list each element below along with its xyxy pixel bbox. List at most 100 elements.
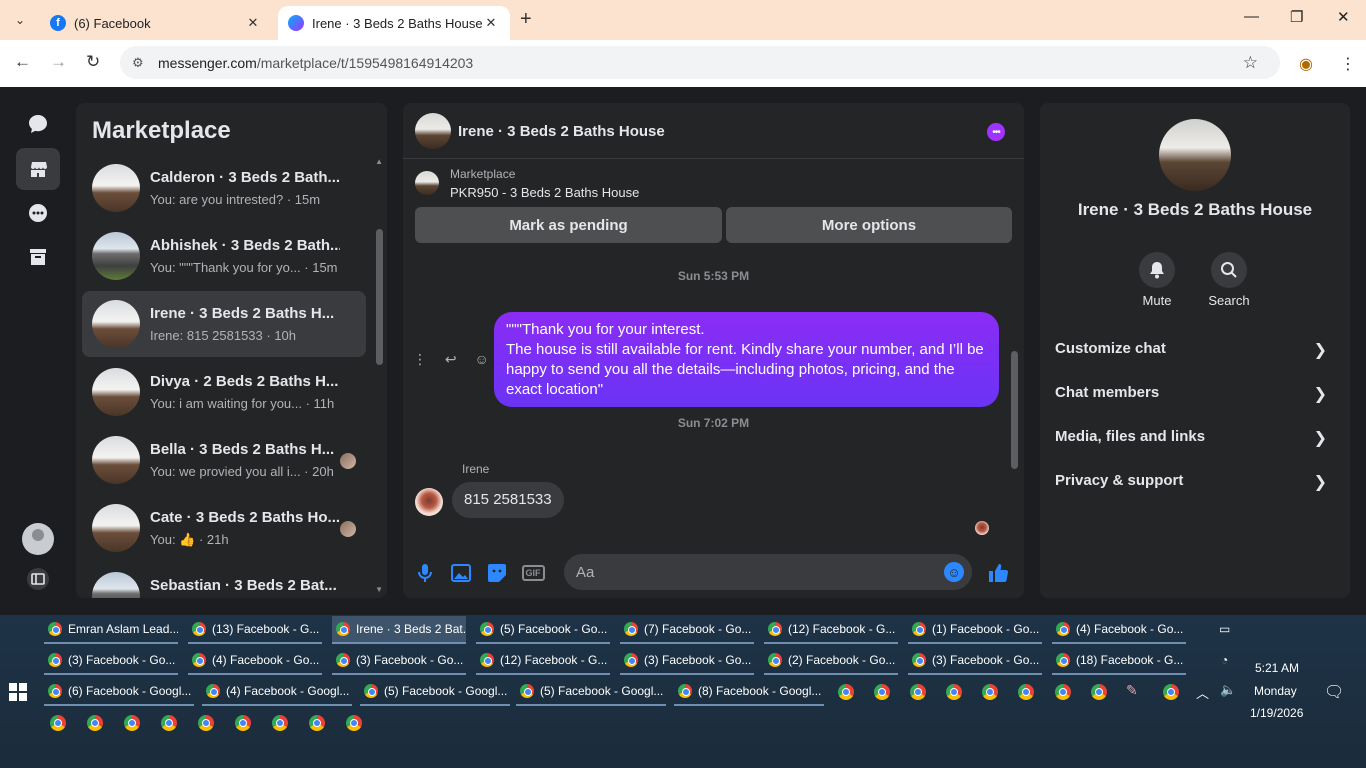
windows-start-icon[interactable] — [9, 683, 27, 701]
chrome-taskbar-icon[interactable] — [124, 715, 140, 731]
scroll-down-arrow[interactable]: ▼ — [375, 585, 383, 594]
chrome-taskbar-icon[interactable] — [946, 684, 962, 700]
emoji-icon[interactable]: ☺ — [944, 562, 964, 582]
chat-members-row[interactable]: Chat members ❯ — [1055, 384, 1335, 408]
user-avatar[interactable] — [22, 523, 54, 555]
back-button[interactable]: ← — [14, 52, 31, 72]
conversation-item[interactable]: Bella · 3 Beds 2 Baths H... You: we prov… — [82, 427, 366, 493]
search-icon[interactable] — [1211, 252, 1247, 288]
message-input[interactable]: Aa ☺ — [564, 554, 972, 590]
taskbar-window[interactable]: (4) Facebook - Go... — [1052, 616, 1186, 644]
site-info-icon[interactable]: ⚙ — [132, 55, 150, 71]
chrome-taskbar-icon[interactable] — [50, 715, 66, 731]
tab-facebook[interactable]: f (6) Facebook ✕ — [40, 6, 272, 40]
reply-icon[interactable]: ↩ — [445, 351, 457, 367]
chrome-taskbar-icon[interactable] — [87, 715, 103, 731]
taskbar-window[interactable]: (2) Facebook - Go... — [764, 647, 898, 675]
minimize-button[interactable]: — — [1244, 8, 1259, 25]
customize-chat-row[interactable]: Customize chat ❯ — [1055, 340, 1335, 364]
taskbar-window[interactable]: (12) Facebook - G... — [476, 647, 610, 675]
taskbar-window[interactable]: (1) Facebook - Go... — [908, 616, 1042, 644]
chats-rail-button[interactable] — [16, 103, 60, 145]
chrome-taskbar-icon[interactable] — [1091, 684, 1107, 700]
close-icon[interactable]: ✕ — [244, 15, 262, 31]
sender-avatar[interactable] — [415, 488, 443, 516]
like-thumbs-up-icon[interactable] — [987, 562, 1009, 584]
taskbar-window-active[interactable]: Irene · 3 Beds 2 Bat... — [332, 616, 466, 644]
taskbar-window[interactable]: (3) Facebook - Go... — [332, 647, 466, 675]
restore-button[interactable]: ❐ — [1290, 8, 1303, 26]
show-hidden-icons-chevron[interactable]: ︿ — [1196, 683, 1209, 702]
gif-icon[interactable]: GIF — [521, 562, 545, 584]
scroll-up-arrow[interactable]: ▲ — [375, 157, 383, 166]
paint-app-icon[interactable]: ✎ — [1126, 682, 1138, 699]
chrome-taskbar-icon[interactable] — [982, 684, 998, 700]
tab-search-button[interactable]: ⌄ — [8, 8, 32, 32]
chrome-taskbar-icon[interactable] — [161, 715, 177, 731]
sticker-icon[interactable] — [486, 562, 508, 584]
taskbar-window[interactable]: (3) Facebook - Go... — [44, 647, 178, 675]
taskbar-window[interactable]: (5) Facebook - Googl... — [516, 678, 666, 706]
chrome-taskbar-icon[interactable] — [910, 684, 926, 700]
battery-icon[interactable]: ▭ — [1219, 622, 1230, 636]
taskbar-window[interactable]: (4) Facebook - Go... — [188, 647, 322, 675]
conversation-item[interactable]: Divya · 2 Beds 2 Baths H... You: i am wa… — [82, 359, 366, 425]
volume-icon[interactable]: 🔈 — [1220, 682, 1236, 698]
taskbar-window[interactable]: (13) Facebook - G... — [188, 616, 322, 644]
chat-scrollbar[interactable] — [1011, 351, 1018, 469]
listing-title[interactable]: PKR950 - 3 Beds 2 Baths House — [450, 185, 639, 200]
list-scrollbar[interactable] — [376, 229, 383, 365]
notifications-icon[interactable]: 🗨 — [1324, 682, 1344, 702]
more-options-button[interactable]: More options — [726, 207, 1012, 243]
clock-time[interactable]: 5:21 AM — [1255, 661, 1299, 675]
close-icon[interactable]: ✕ — [482, 15, 500, 31]
marketplace-rail-button[interactable] — [16, 148, 60, 190]
conversation-item[interactable]: Cate · 3 Beds 2 Baths Ho... You: 👍 · 21h — [82, 495, 366, 561]
reload-button[interactable]: ↻ — [86, 52, 100, 72]
conversation-item[interactable]: Sebastian · 3 Beds 2 Bat... — [82, 563, 366, 598]
outgoing-message[interactable]: """Thank you for your interest. The hous… — [494, 312, 999, 407]
taskbar-window[interactable]: Emran Aslam Lead... — [44, 616, 178, 644]
clock-day[interactable]: Monday — [1254, 684, 1297, 698]
taskbar-window[interactable]: (6) Facebook - Googl... — [44, 678, 194, 706]
tab-messenger[interactable]: Irene · 3 Beds 2 Baths House | M ✕ — [278, 6, 510, 40]
taskbar-window[interactable]: (18) Facebook - G... — [1052, 647, 1186, 675]
address-bar[interactable]: ⚙ messenger.com/marketplace/t/1595498164… — [120, 46, 1280, 79]
taskbar-window[interactable]: (3) Facebook - Go... — [908, 647, 1042, 675]
taskbar-window[interactable]: (3) Facebook - Go... — [620, 647, 754, 675]
contact-avatar[interactable] — [1159, 119, 1231, 191]
taskbar-window[interactable]: (7) Facebook - Go... — [620, 616, 754, 644]
chrome-taskbar-icon[interactable] — [1018, 684, 1034, 700]
taskbar-window[interactable]: (5) Facebook - Googl... — [360, 678, 510, 706]
react-icon[interactable]: ☺ — [475, 351, 489, 367]
taskbar-window[interactable]: (4) Facebook - Googl... — [202, 678, 352, 706]
toggle-sidebar-button[interactable] — [16, 558, 60, 600]
conversation-item[interactable]: Abhishek · 3 Beds 2 Bath... You: """Than… — [82, 223, 366, 289]
archive-rail-button[interactable] — [16, 236, 60, 278]
clock-date[interactable]: 1/19/2026 — [1250, 706, 1303, 720]
conversation-item-selected[interactable]: Irene · 3 Beds 2 Baths H... Irene: 815 2… — [82, 291, 366, 357]
wifi-icon[interactable]: ◔ — [1221, 653, 1228, 667]
chat-title[interactable]: Irene · 3 Beds 2 Baths House — [458, 123, 665, 140]
chrome-taskbar-icon[interactable] — [198, 715, 214, 731]
message-requests-rail-button[interactable] — [16, 192, 60, 234]
media-files-links-row[interactable]: Media, files and links ❯ — [1055, 428, 1335, 452]
taskbar-window[interactable]: (12) Facebook - G... — [764, 616, 898, 644]
photo-icon[interactable] — [450, 562, 472, 584]
privacy-support-row[interactable]: Privacy & support ❯ — [1055, 472, 1335, 496]
more-options-icon[interactable]: ••• — [987, 123, 1005, 141]
chrome-taskbar-icon[interactable] — [838, 684, 854, 700]
mark-pending-button[interactable]: Mark as pending — [415, 207, 722, 243]
profile-icon[interactable]: ◉ — [1299, 54, 1313, 74]
more-vertical-icon[interactable]: ⋮ — [413, 351, 427, 367]
chat-avatar[interactable] — [415, 113, 451, 149]
chrome-taskbar-icon[interactable] — [1055, 684, 1071, 700]
chrome-taskbar-icon[interactable] — [272, 715, 288, 731]
taskbar-window[interactable]: (8) Facebook - Googl... — [674, 678, 824, 706]
chrome-taskbar-icon[interactable] — [235, 715, 251, 731]
new-tab-button[interactable]: + — [520, 8, 532, 31]
chrome-taskbar-icon[interactable] — [874, 684, 890, 700]
microphone-icon[interactable] — [414, 562, 436, 584]
conversation-item[interactable]: Calderon · 3 Beds 2 Bath... You: are you… — [82, 155, 366, 221]
chrome-taskbar-icon[interactable] — [309, 715, 325, 731]
